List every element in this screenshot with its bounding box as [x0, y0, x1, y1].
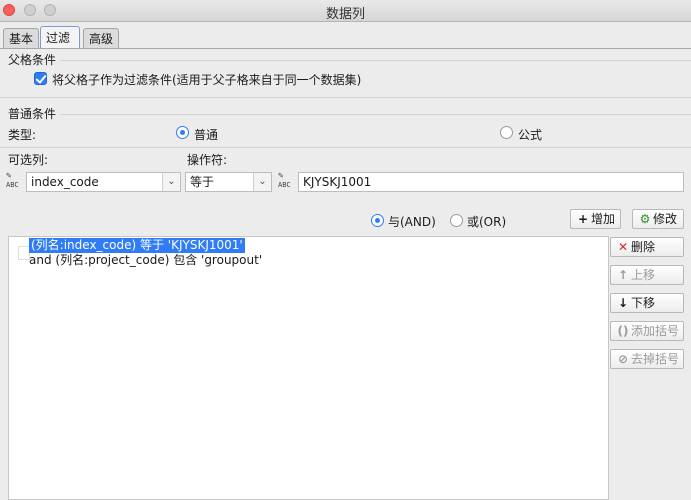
abc-icon-text: ABC — [6, 181, 19, 189]
operator-select-value: 等于 — [190, 175, 215, 189]
move-down-button[interactable]: ↓ 下移 — [610, 293, 684, 313]
chevron-down-icon[interactable]: ⌄ — [162, 173, 180, 191]
add-button-label: 增加 — [591, 212, 616, 226]
arrow-up-icon: ↑ — [617, 268, 629, 282]
move-up-button-label: 上移 — [631, 268, 656, 282]
parent-filter-checkbox-label: 将父格子作为过滤条件(适用于父子格来自于同一个数据集) — [52, 73, 362, 87]
title-bar: 数据列 — [0, 0, 691, 22]
type-formula-label: 公式 — [518, 128, 543, 142]
condition-line[interactable]: (列名:index_code) 等于 'KJYSKJ1001' — [29, 238, 245, 253]
modify-button[interactable]: ⚙ 修改 — [632, 209, 684, 229]
tab-advanced[interactable]: 高级 — [83, 28, 119, 49]
move-down-button-label: 下移 — [631, 296, 656, 310]
normal-condition-group-label: 普通条件 — [8, 107, 57, 121]
logic-or-label: 或(OR) — [467, 215, 507, 229]
x-icon: ✕ — [617, 240, 629, 254]
move-up-button[interactable]: ↑ 上移 — [610, 265, 684, 285]
abc-icon[interactable]: ✎ ABC — [278, 172, 296, 190]
delete-button[interactable]: ✕ 删除 — [610, 237, 684, 257]
delete-button-label: 删除 — [631, 240, 656, 254]
logic-and-radio[interactable] — [371, 214, 384, 227]
gear-edit-icon: ⚙ — [639, 212, 651, 226]
add-bracket-button[interactable]: () 添加括号 — [610, 321, 684, 341]
condition-line[interactable]: and (列名:project_code) 包含 'groupout' — [29, 253, 262, 268]
row-divider — [0, 147, 691, 148]
type-normal-label: 普通 — [194, 128, 219, 142]
operator-select[interactable]: 等于 ⌄ — [185, 172, 272, 192]
abc-icon: ✎ ABC — [6, 172, 24, 190]
modify-button-label: 修改 — [653, 212, 678, 226]
arrow-down-icon: ↓ — [617, 296, 629, 310]
remove-bracket-button-label: 去掉括号 — [631, 352, 680, 366]
add-bracket-button-label: 添加括号 — [631, 324, 680, 338]
bracket-icon: () — [617, 324, 629, 338]
group-divider — [60, 114, 691, 115]
abc-icon-text: ABC — [278, 181, 291, 189]
parent-filter-checkbox[interactable] — [34, 72, 47, 85]
plus-icon: + — [577, 212, 589, 226]
operator-label: 操作符: — [187, 153, 228, 167]
parent-condition-group-label: 父格条件 — [8, 53, 57, 67]
chevron-down-icon[interactable]: ⌄ — [253, 173, 271, 191]
tab-filter[interactable]: 过滤 — [40, 26, 80, 49]
type-normal-radio[interactable] — [176, 126, 189, 139]
window-title: 数据列 — [325, 7, 365, 22]
column-select[interactable]: index_code ⌄ — [26, 172, 181, 192]
logic-or-radio[interactable] — [450, 214, 463, 227]
logic-and-label: 与(AND) — [388, 215, 436, 229]
group-divider — [60, 60, 691, 61]
column-label: 可选列: — [8, 153, 49, 167]
type-label: 类型: — [8, 128, 37, 142]
tab-basic[interactable]: 基本 — [3, 28, 39, 49]
condition-list[interactable]: (列名:index_code) 等于 'KJYSKJ1001' and (列名:… — [8, 236, 609, 500]
value-input[interactable]: KJYSKJ1001 — [298, 172, 684, 192]
section-divider — [0, 97, 691, 98]
remove-bracket-icon: ⊘ — [617, 352, 629, 366]
type-formula-radio[interactable] — [500, 126, 513, 139]
add-button[interactable]: + 增加 — [570, 209, 621, 229]
remove-bracket-button[interactable]: ⊘ 去掉括号 — [610, 349, 684, 369]
column-select-value: index_code — [31, 175, 99, 189]
